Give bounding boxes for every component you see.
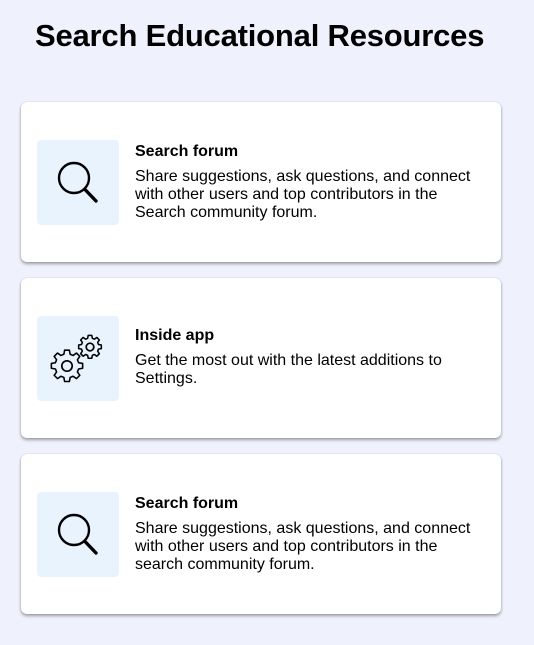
icon-tile: [37, 316, 119, 401]
magnifier-icon: [57, 161, 98, 203]
resource-card-search-forum-2[interactable]: Search forum Share suggestions, ask ques…: [21, 454, 501, 614]
page-title: Search Educational Resources: [35, 18, 485, 53]
icon-tile: [37, 492, 119, 577]
card-description: Get the most out with the latest additio…: [135, 352, 442, 387]
icon-tile: [37, 140, 119, 225]
gears-icon: [50, 334, 103, 382]
card-title: Search forum: [135, 495, 239, 512]
card-title: Inside app: [135, 327, 215, 344]
card-description: Share suggestions, ask questions, and co…: [135, 168, 471, 221]
magnifier-icon: [57, 513, 98, 555]
resource-card-inside-app[interactable]: Inside app Get the most out with the lat…: [21, 278, 501, 438]
resource-card-search-forum[interactable]: Search forum Share suggestions, ask ques…: [21, 102, 501, 262]
card-description: Share suggestions, ask questions, and co…: [135, 520, 471, 573]
card-title: Search forum: [135, 143, 239, 160]
